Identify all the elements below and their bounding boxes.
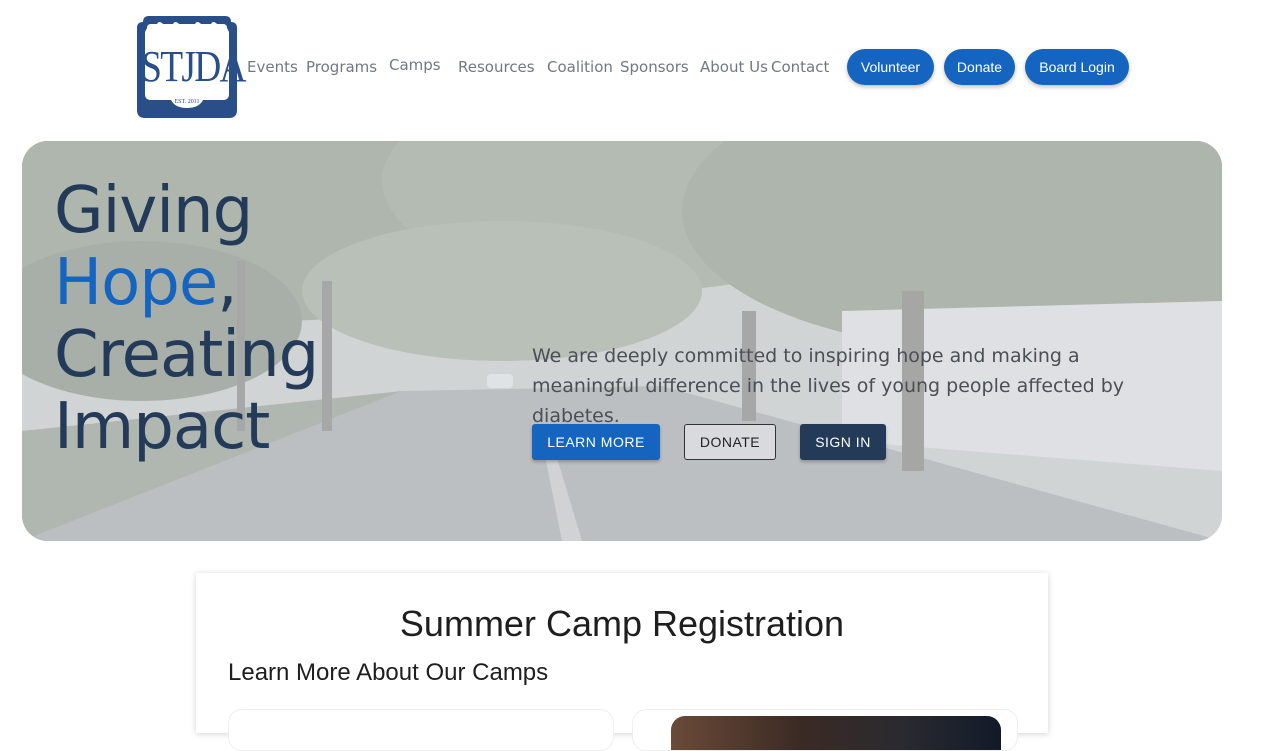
headline-giving: Giving [54, 174, 253, 248]
headline-creating: Creating [54, 318, 319, 392]
camp-registration-card: Summer Camp Registration Learn More Abou… [196, 573, 1048, 751]
nav-contact[interactable]: Contact [771, 58, 829, 76]
learn-more-button[interactable]: LEARN MORE [532, 424, 660, 460]
registration-title: Summer Camp Registration [399, 603, 845, 644]
nav-about-us[interactable]: About Us [700, 58, 768, 76]
hero-headline: Giving Hope, Creating Impact [54, 174, 319, 464]
hero-section: Giving Hope, Creating Impact We are deep… [22, 141, 1222, 541]
logo-text: STJDA [141, 42, 246, 91]
stjda-logo[interactable]: STJDA EST. 2011 [133, 16, 247, 118]
headline-impact: Impact [54, 390, 270, 464]
donate-header-button[interactable]: Donate [944, 49, 1015, 85]
volunteer-button[interactable]: Volunteer [847, 49, 934, 85]
nav-resources[interactable]: Resources [458, 58, 535, 76]
logo-established: EST. 2011 [174, 99, 200, 105]
headline-comma: , [217, 246, 237, 320]
board-login-button[interactable]: Board Login [1025, 49, 1129, 85]
sign-in-button[interactable]: SIGN IN [800, 424, 886, 460]
nav-programs[interactable]: Programs [306, 58, 377, 76]
nav-events[interactable]: Events [247, 58, 298, 76]
donate-hero-button[interactable]: DONATE [684, 424, 776, 460]
registration-subtitle: Learn More About Our Camps [228, 659, 549, 686]
camp-photo [671, 716, 1001, 750]
camp-card-left[interactable] [228, 709, 614, 751]
camp-card-right[interactable] [632, 709, 1018, 751]
nav-camps[interactable]: Camps [389, 56, 441, 74]
nav-coalition[interactable]: Coalition [547, 58, 613, 76]
headline-hope-line: Hope, [54, 247, 318, 319]
hero-tagline: We are deeply committed to inspiring hop… [532, 345, 1125, 427]
headline-hope: Hope [54, 246, 218, 320]
nav-sponsors[interactable]: Sponsors [620, 58, 689, 76]
